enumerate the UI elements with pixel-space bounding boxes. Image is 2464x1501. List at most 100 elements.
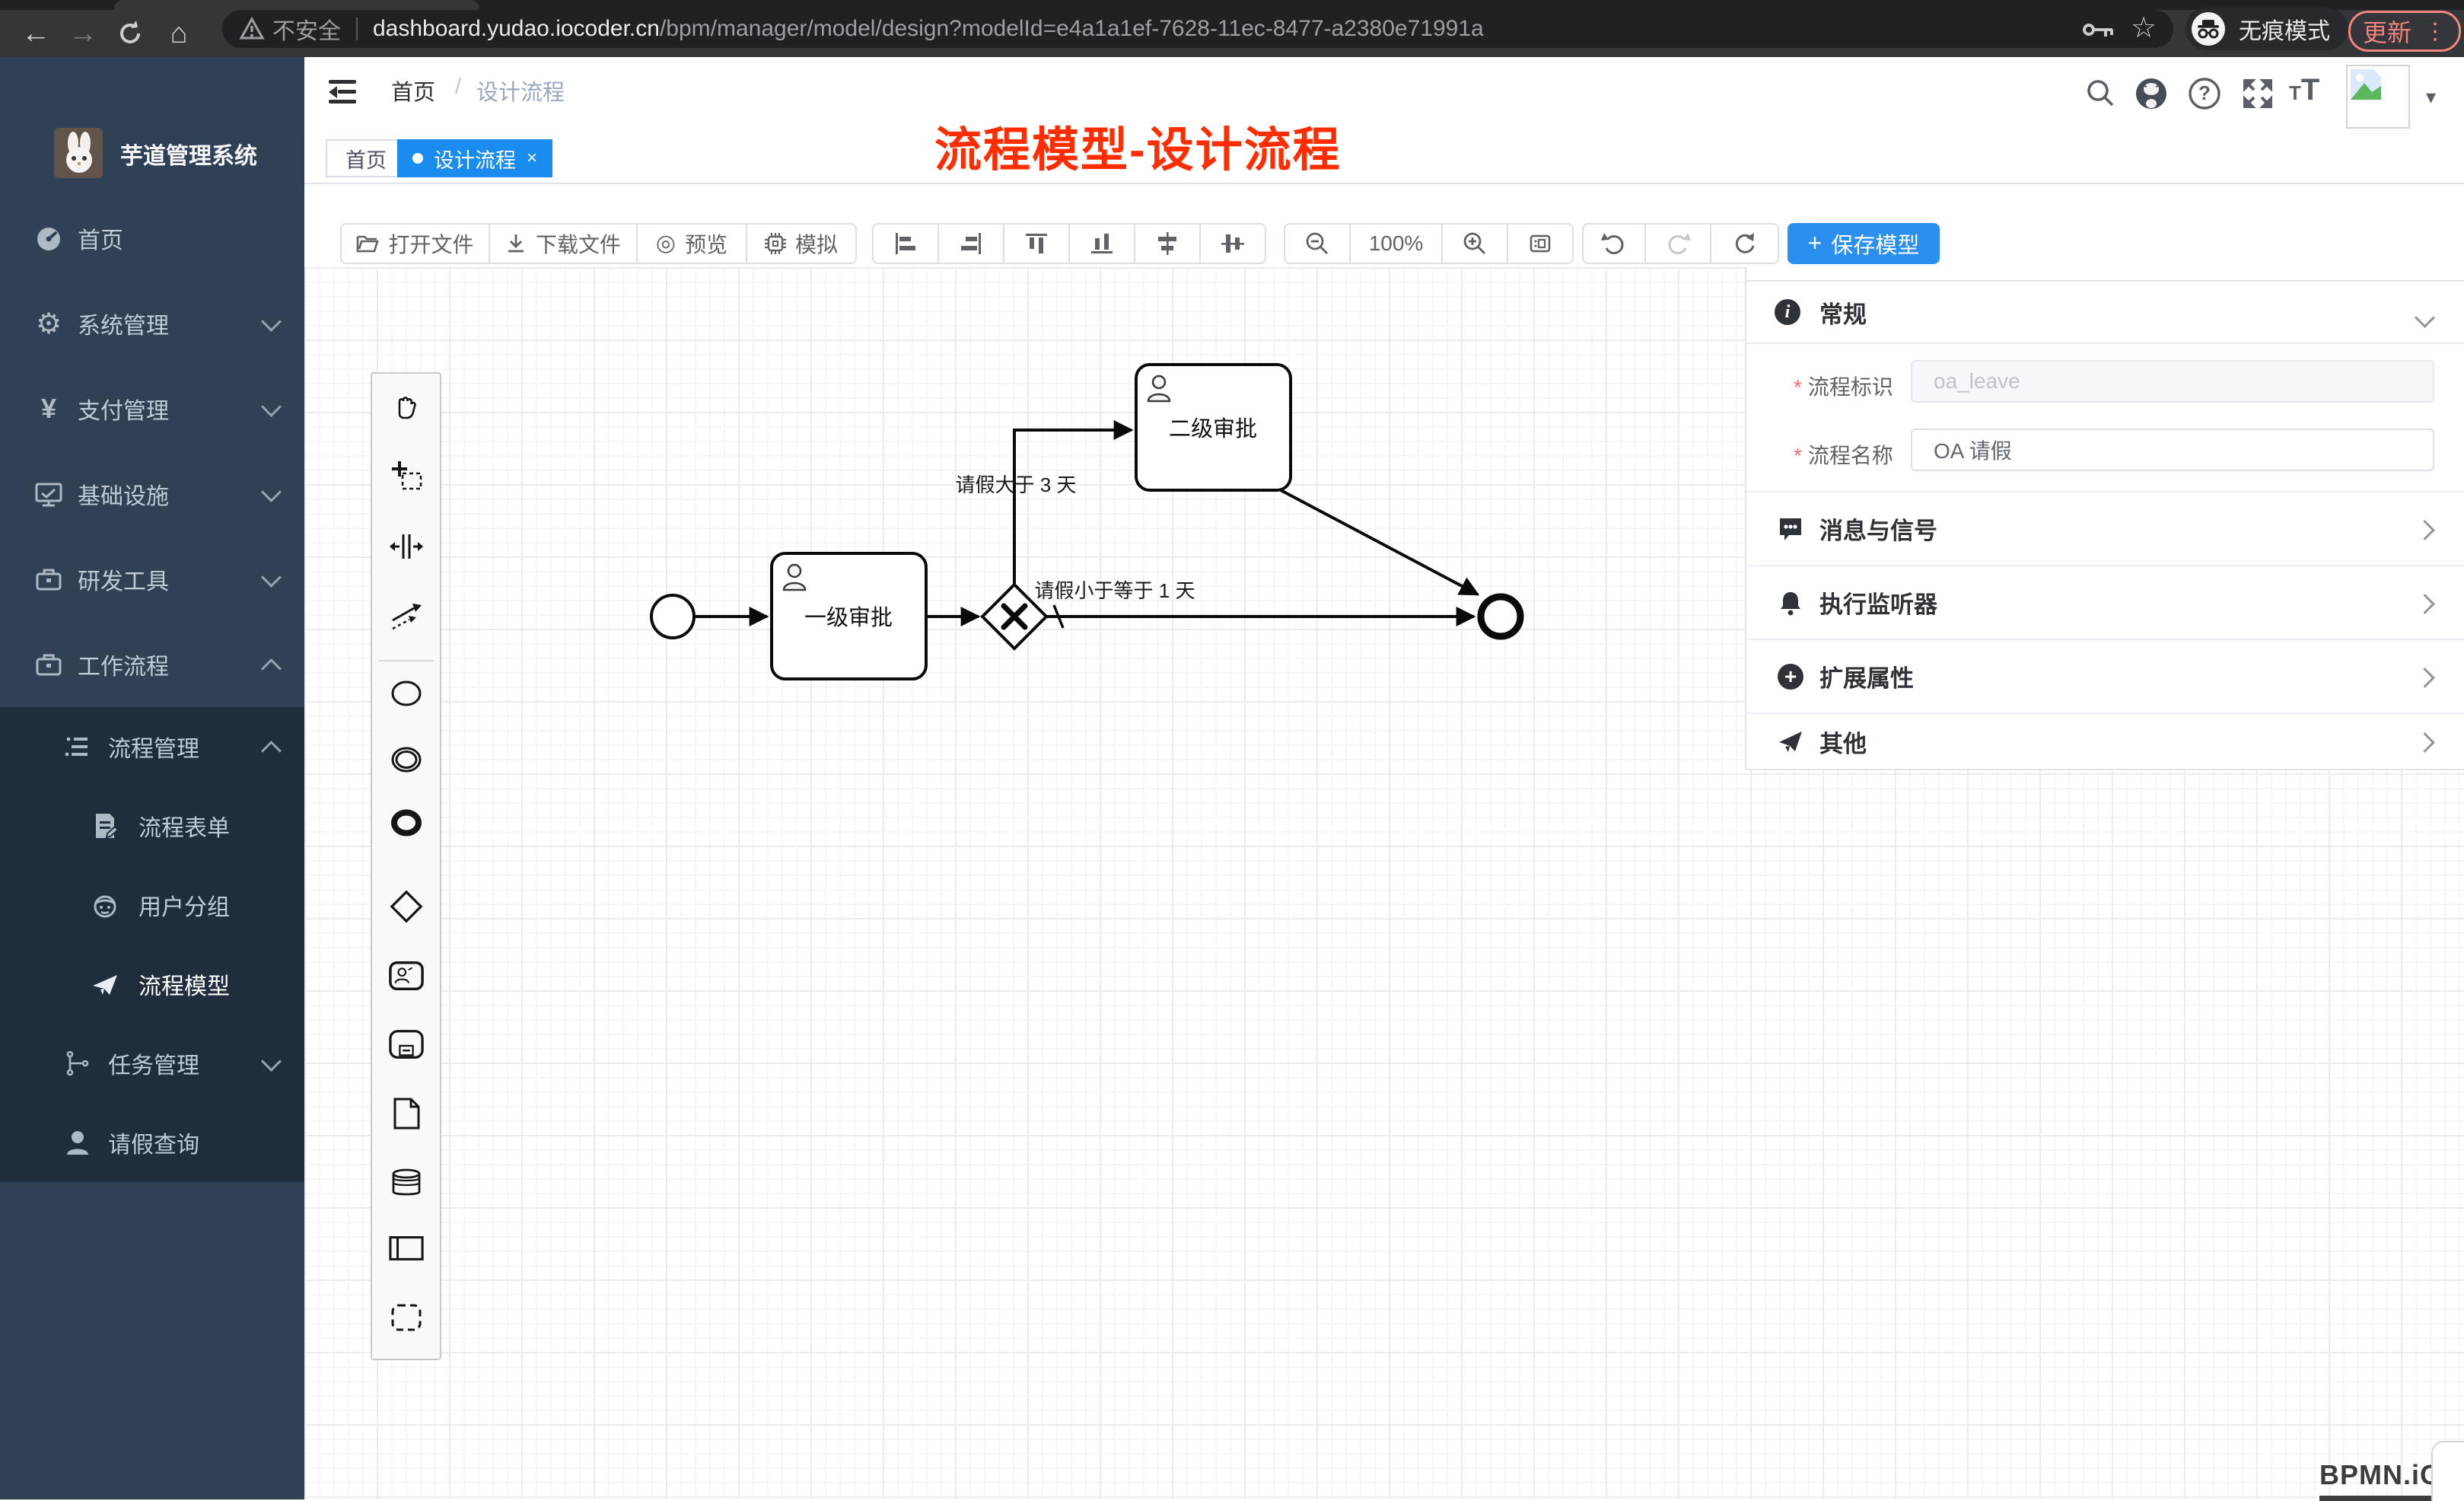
sidebar-item-user-group[interactable]: 用户分组 <box>0 865 304 945</box>
redo-button[interactable] <box>1644 223 1711 264</box>
incognito-badge: 无痕模式 <box>2185 8 2348 50</box>
security-label[interactable]: 不安全 <box>272 12 341 46</box>
history-button-group <box>1582 223 1779 264</box>
simulate-button[interactable]: 模拟 <box>746 223 857 264</box>
chevron-down-icon <box>261 567 282 588</box>
section-messages-signals[interactable]: 消息与信号 <box>1746 492 2464 566</box>
sidebar-item-devtools[interactable]: 研发工具 <box>0 537 304 622</box>
monitor-icon <box>32 477 65 511</box>
browser-active-tab[interactable] <box>114 0 479 10</box>
app-logo[interactable] <box>54 128 103 178</box>
chevron-up-icon <box>261 741 282 761</box>
tab-home[interactable]: 首页 <box>326 139 406 177</box>
bpmn-io-logo[interactable]: BPMN.iO <box>2319 1459 2442 1501</box>
chevron-right-icon <box>2415 732 2435 753</box>
chevron-down-icon <box>261 1051 282 1072</box>
toolbox-icon <box>32 648 65 681</box>
chip-icon <box>765 233 786 254</box>
sidebar-item-process-model[interactable]: 流程模型 <box>0 945 304 1024</box>
avatar[interactable] <box>2346 65 2410 129</box>
save-model-button[interactable]: + 保存模型 <box>1788 223 1940 264</box>
zoom-button-group: 100% <box>1284 223 1574 264</box>
breadcrumb-home[interactable]: 首页 <box>391 75 435 107</box>
section-other[interactable]: 其他 <box>1746 714 2464 769</box>
sidebar-item-process-form[interactable]: 流程表单 <box>0 786 304 865</box>
process-name-input[interactable] <box>1911 429 2434 471</box>
sidebar-item-workflow[interactable]: 工作流程 <box>0 622 304 707</box>
sidebar-item-system[interactable]: ⚙ 系统管理 <box>0 281 304 366</box>
back-icon[interactable]: ← <box>14 10 58 57</box>
github-icon[interactable] <box>2134 76 2169 111</box>
align-bottom-button[interactable] <box>1068 223 1135 264</box>
sidebar-item-payment[interactable]: ¥ 支付管理 <box>0 366 304 451</box>
process-key-input[interactable] <box>1911 360 2434 403</box>
browser-menu-dots-icon[interactable]: ⋮ <box>2424 18 2446 45</box>
page-watermark-title: 流程模型-设计流程 <box>934 111 1342 180</box>
url-bar[interactable]: 不安全 dashboard.yudao.iocoder.cn/bpm/manag… <box>222 10 2173 48</box>
main-menu: 首页 ⚙ 系统管理 ¥ 支付管理 基础设施 研发工具 工作流程 <box>0 196 304 707</box>
bpmn-io-underline <box>2319 1496 2442 1501</box>
open-file-button[interactable]: 打开文件 <box>340 223 490 264</box>
task1-label: 一级审批 <box>804 605 893 630</box>
help-icon[interactable]: ? <box>2187 76 2222 111</box>
breadcrumb-current: 设计流程 <box>476 75 565 107</box>
chevron-right-icon <box>2415 594 2435 614</box>
person-icon <box>61 1126 94 1159</box>
fullscreen-icon[interactable] <box>2240 76 2275 111</box>
align-middle-button[interactable] <box>1134 223 1201 264</box>
list-icon <box>61 730 94 763</box>
zoom-out-button[interactable] <box>1284 223 1351 264</box>
sidebar-item-task-mgmt[interactable]: 任务管理 <box>0 1024 304 1103</box>
align-center-button[interactable] <box>1199 223 1266 264</box>
chevron-down-icon <box>2415 308 2435 328</box>
security-warning-icon[interactable] <box>239 16 265 42</box>
preview-button[interactable]: ◎ 预览 <box>636 223 747 264</box>
download-file-button[interactable]: 下载文件 <box>489 223 638 264</box>
chevron-up-icon <box>261 658 282 679</box>
close-tab-icon[interactable]: × <box>527 148 537 169</box>
restart-button[interactable] <box>1710 223 1779 264</box>
zoom-reset-button[interactable] <box>1507 223 1574 264</box>
browser-chrome: ← → ⌂ 不安全 dashboard.yudao.iocoder.cn/bpm… <box>0 0 2464 57</box>
incognito-icon <box>2190 11 2227 47</box>
app-title: 芋道管理系统 <box>120 137 257 170</box>
end-event <box>1481 597 1520 636</box>
search-icon[interactable] <box>2084 76 2117 110</box>
start-event <box>651 595 694 638</box>
field-label-process-key: *流程标识 <box>1794 371 1893 401</box>
bookmark-star-icon[interactable]: ☆ <box>2131 11 2157 45</box>
url-divider <box>356 18 358 40</box>
align-right-button[interactable] <box>938 223 1004 264</box>
font-size-icon[interactable]: TT <box>2289 73 2319 107</box>
reload-icon[interactable] <box>108 10 152 57</box>
undo-button[interactable] <box>1582 223 1646 264</box>
folder-icon <box>356 234 379 253</box>
sidebar-item-leave-query[interactable]: 请假查询 <box>0 1103 304 1182</box>
forward-icon[interactable]: → <box>61 10 105 57</box>
browser-update-button[interactable]: 更新 ⋮ <box>2348 11 2461 52</box>
sidebar-item-home[interactable]: 首页 <box>0 196 304 281</box>
align-button-group <box>872 223 1266 264</box>
url-path: /bpm/manager/model/design?modelId=e4a1a1… <box>660 16 1484 42</box>
caret-down-icon[interactable]: ▾ <box>2426 85 2436 109</box>
align-top-button[interactable] <box>1003 223 1070 264</box>
sidebar-collapse-icon[interactable] <box>329 78 359 109</box>
home-icon[interactable]: ⌂ <box>157 10 201 57</box>
edge-label-le1: 请假小于等于 1 天 <box>1035 579 1195 602</box>
align-left-button[interactable] <box>872 223 939 264</box>
zoom-in-button[interactable] <box>1441 223 1508 264</box>
section-extended-attributes[interactable]: + 扩展属性 <box>1746 640 2464 714</box>
section-execution-listeners[interactable]: 执行监听器 <box>1746 566 2464 640</box>
paper-plane-icon <box>88 967 122 1001</box>
chevron-right-icon <box>2415 668 2435 688</box>
sidebar-item-infra[interactable]: 基础设施 <box>0 451 304 537</box>
yen-icon: ¥ <box>32 392 65 425</box>
breadcrumb-separator: / <box>455 75 461 100</box>
flow-gateway-to-task2 <box>1014 430 1132 585</box>
tab-design-process[interactable]: 设计流程 × <box>397 139 552 177</box>
sidebar-item-process-mgmt[interactable]: 流程管理 <box>0 707 304 786</box>
key-icon[interactable] <box>2082 18 2115 41</box>
task2-label: 二级审批 <box>1169 416 1257 441</box>
section-general[interactable]: i 常规 <box>1746 282 2464 344</box>
dashboard-icon <box>32 221 65 255</box>
